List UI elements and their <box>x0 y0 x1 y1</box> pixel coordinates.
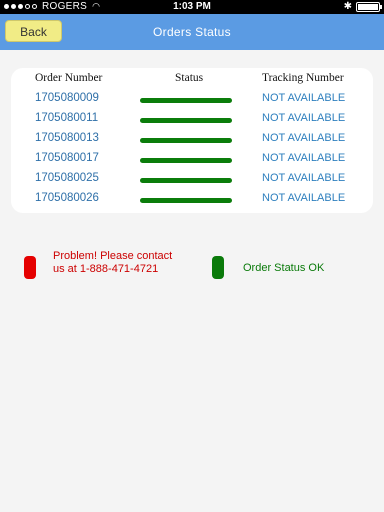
order-number[interactable]: 1705080009 <box>35 92 99 104</box>
status-right: ✱ <box>343 1 382 12</box>
problem-legend-text: Problem! Please contact us at 1-888-471-… <box>53 250 173 275</box>
status-ok-bar <box>140 178 232 183</box>
tracking-number: NOT AVAILABLE <box>262 132 346 144</box>
status-bar: ROGERS ◠ 1:03 PM ✱ <box>0 0 384 14</box>
table-row[interactable]: 1705080025 NOT AVAILABLE <box>11 172 373 192</box>
status-ok-bar <box>140 198 232 203</box>
table-row[interactable]: 1705080011 NOT AVAILABLE <box>11 112 373 132</box>
status-ok-bar <box>140 158 232 163</box>
table-row[interactable]: 1705080009 NOT AVAILABLE <box>11 92 373 112</box>
bluetooth-icon: ✱ <box>343 1 352 12</box>
tracking-number: NOT AVAILABLE <box>262 152 346 164</box>
tracking-number: NOT AVAILABLE <box>262 112 346 124</box>
table-row[interactable]: 1705080013 NOT AVAILABLE <box>11 132 373 152</box>
tracking-number: NOT AVAILABLE <box>262 92 346 104</box>
order-number[interactable]: 1705080026 <box>35 192 99 204</box>
header-order-number: Order Number <box>35 72 103 84</box>
order-number[interactable]: 1705080025 <box>35 172 99 184</box>
status-ok-bar <box>140 118 232 123</box>
table-row[interactable]: 1705080026 NOT AVAILABLE <box>11 192 373 212</box>
clock: 1:03 PM <box>173 1 211 12</box>
ok-indicator-icon <box>212 256 224 279</box>
ok-legend-text: Order Status OK <box>243 262 325 274</box>
table-row[interactable]: 1705080017 NOT AVAILABLE <box>11 152 373 172</box>
order-number[interactable]: 1705080017 <box>35 152 99 164</box>
status-ok-bar <box>140 98 232 103</box>
orders-table: Order Number Status Tracking Number 1705… <box>11 68 373 213</box>
page-title: Orders Status <box>153 25 231 39</box>
header-tracking-number: Tracking Number <box>262 72 344 84</box>
problem-indicator-icon <box>24 256 36 279</box>
tracking-number: NOT AVAILABLE <box>262 192 346 204</box>
tracking-number: NOT AVAILABLE <box>262 172 346 184</box>
status-ok-bar <box>140 138 232 143</box>
order-number[interactable]: 1705080011 <box>35 112 98 124</box>
battery-icon <box>356 1 382 12</box>
order-number[interactable]: 1705080013 <box>35 132 99 144</box>
header-status: Status <box>175 72 204 84</box>
nav-bar: Back Orders Status <box>0 14 384 50</box>
